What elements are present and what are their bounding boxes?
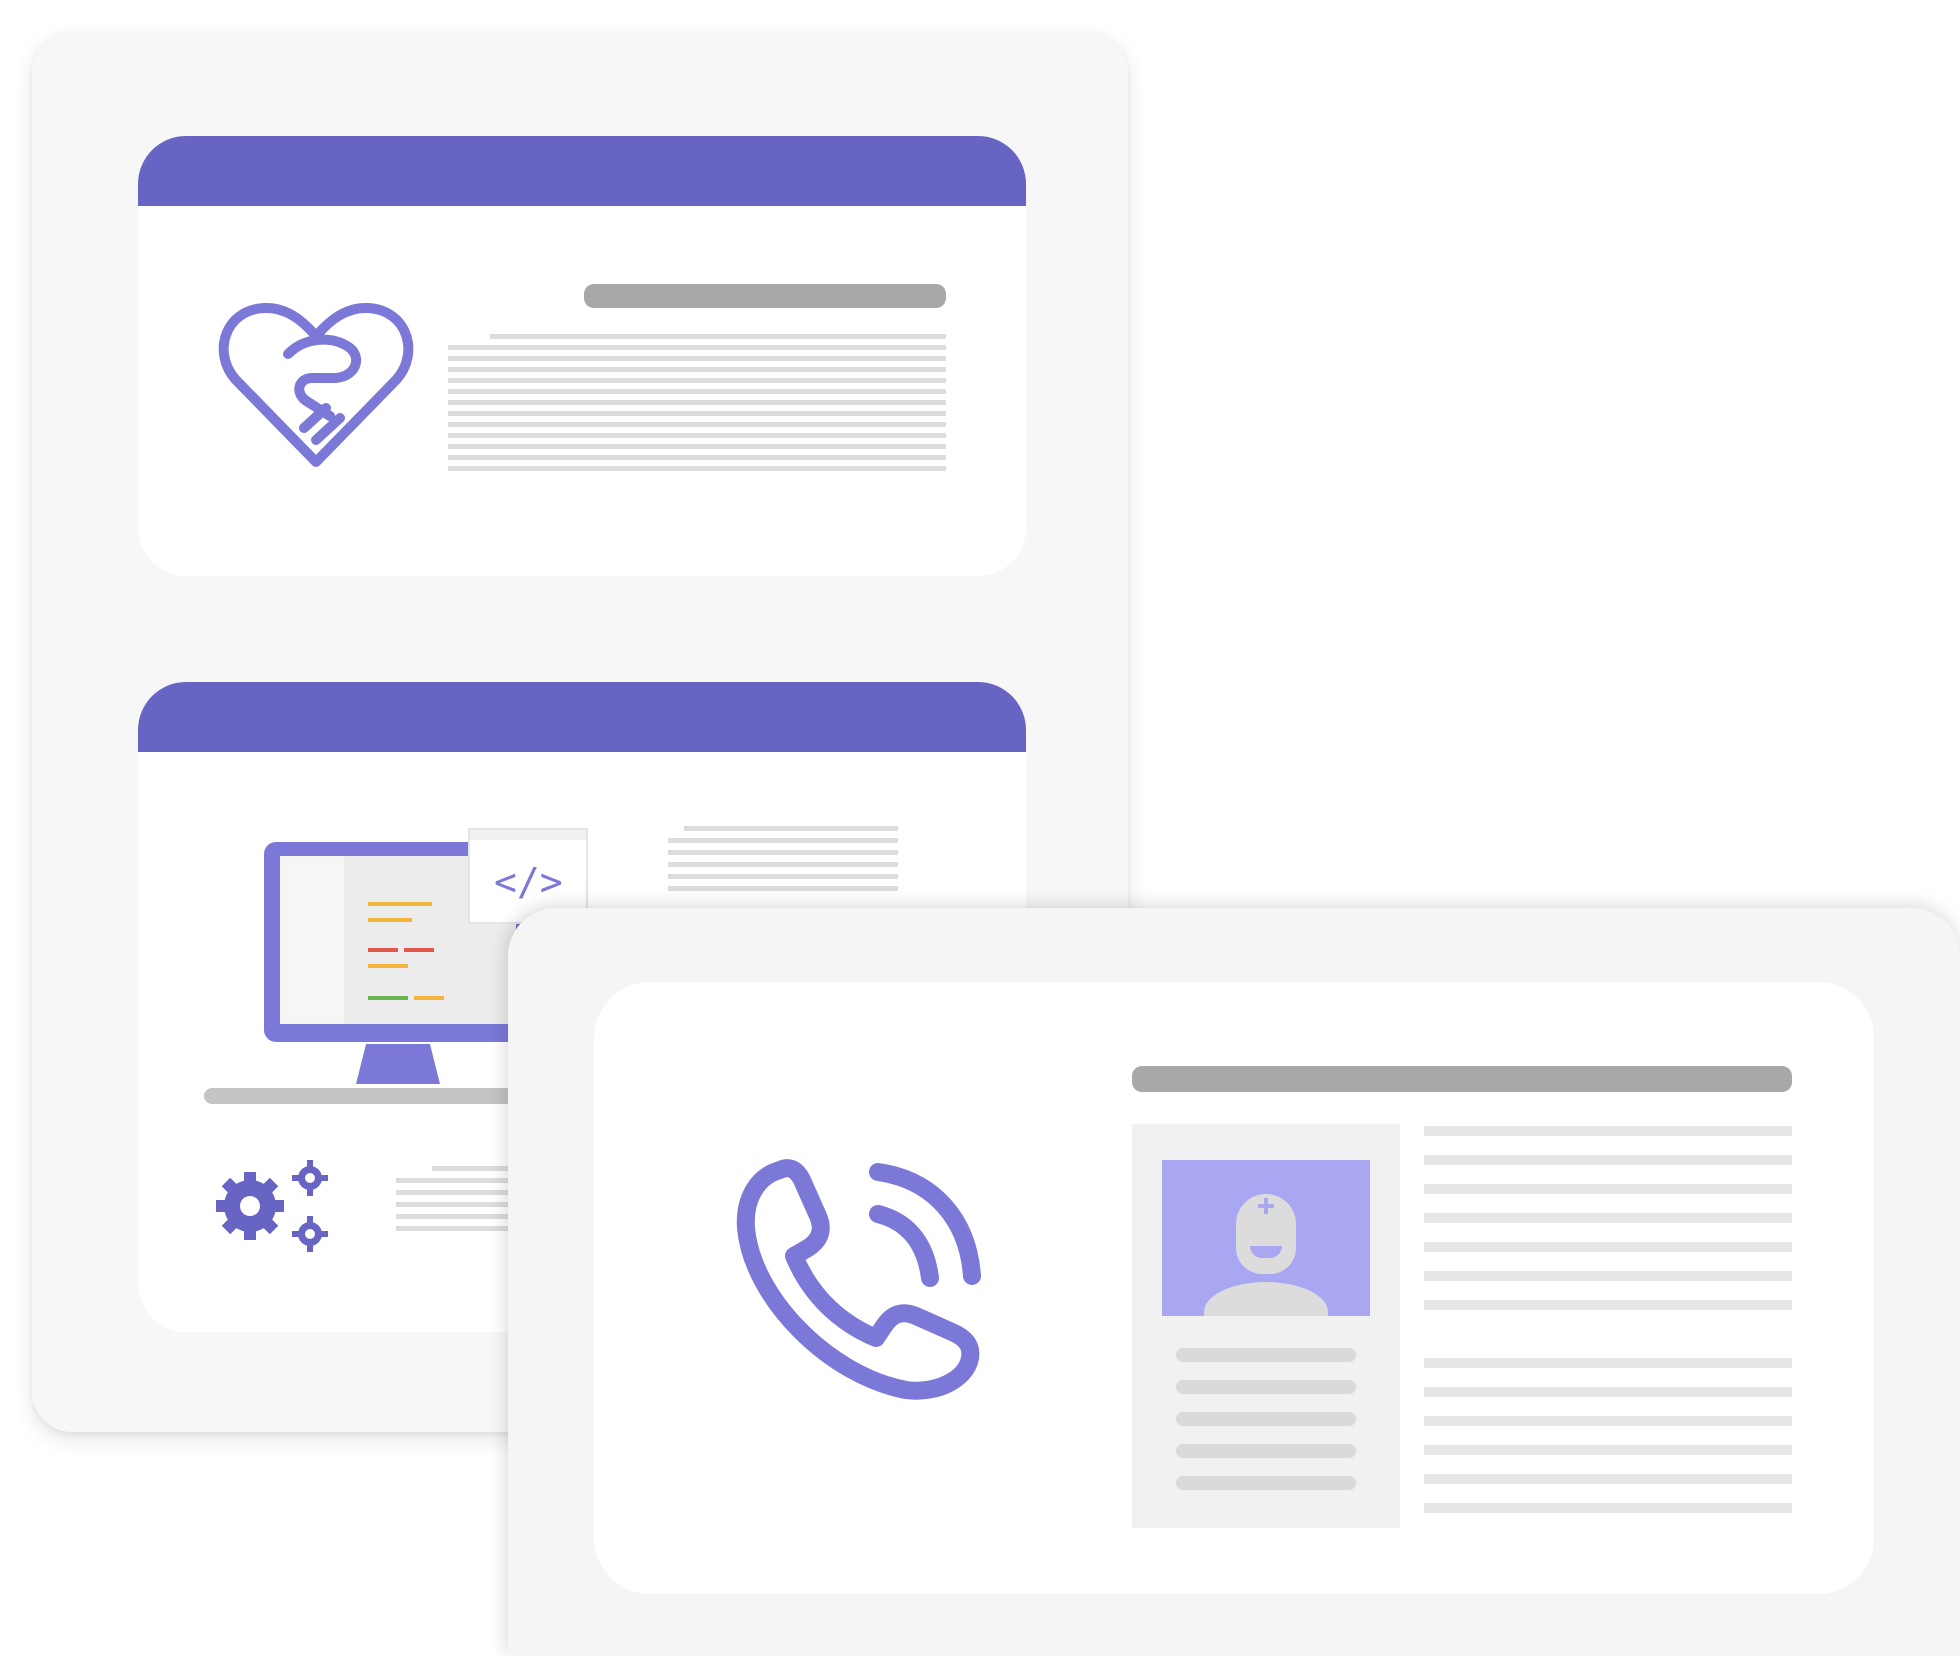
profile-text-placeholder bbox=[1176, 1348, 1356, 1490]
title-placeholder bbox=[584, 284, 946, 308]
phone-call-icon bbox=[736, 1159, 981, 1400]
text-placeholder-block bbox=[448, 334, 946, 471]
heart-handshake-icon bbox=[218, 302, 414, 467]
desk-line bbox=[204, 1088, 524, 1104]
code-line bbox=[368, 996, 408, 1000]
code-line bbox=[404, 948, 434, 952]
code-sidebar bbox=[280, 856, 344, 1024]
text-placeholder-block bbox=[668, 826, 898, 891]
code-line bbox=[368, 902, 432, 906]
avatar-shoulders bbox=[1204, 1282, 1328, 1316]
title-placeholder bbox=[1132, 1066, 1792, 1092]
card-header bbox=[138, 136, 1026, 206]
code-line bbox=[414, 996, 444, 1000]
code-line bbox=[368, 948, 398, 952]
code-glyph: </> bbox=[494, 860, 563, 904]
monitor-stand bbox=[356, 1044, 440, 1084]
code-window-bar bbox=[470, 830, 586, 840]
gears-icon bbox=[216, 1160, 328, 1252]
code-line bbox=[368, 918, 412, 922]
text-placeholder-block bbox=[396, 1166, 516, 1231]
text-placeholder-block bbox=[1424, 1126, 1792, 1310]
code-line bbox=[368, 964, 408, 968]
card-header bbox=[138, 682, 1026, 752]
cross-icon bbox=[1264, 1198, 1268, 1214]
doctor-avatar-icon bbox=[1162, 1160, 1370, 1316]
text-placeholder-block bbox=[1424, 1358, 1792, 1513]
